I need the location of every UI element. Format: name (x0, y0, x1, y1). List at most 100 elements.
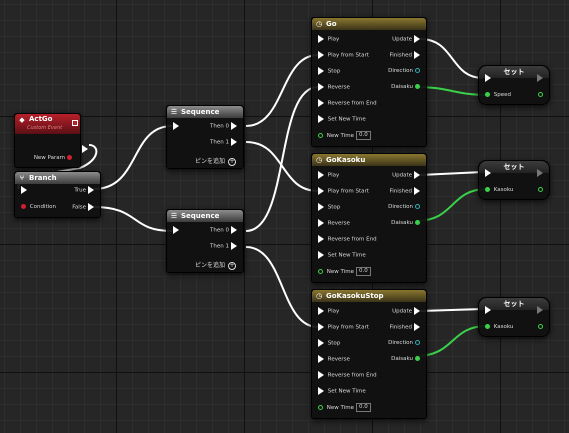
go-pin-update[interactable]: Update (392, 35, 422, 44)
node-set-kasoku-1[interactable]: セット Kasoku (478, 160, 550, 200)
gokasoku-pin-update[interactable]: Update (392, 171, 422, 180)
gokasoku-pin-play-from-start[interactable]: Play from Start (316, 187, 369, 196)
set1-exec-out[interactable] (535, 74, 545, 83)
pin-true[interactable]: True (74, 186, 96, 195)
seq2-then0[interactable]: Then 0 (210, 226, 239, 235)
gokasokustop-pin-set-new-time[interactable]: Set New Time (316, 387, 366, 396)
go-pin-set-new-time[interactable]: Set New Time (316, 115, 366, 124)
seq1-then0[interactable]: Then 0 (210, 122, 239, 131)
gokasoku-new-time-input[interactable]: 0.0 (355, 267, 371, 276)
pin-dot[interactable] (485, 324, 490, 329)
set2-pin-out[interactable] (536, 186, 545, 195)
pin-new-param[interactable]: New Param (34, 154, 74, 163)
node-branch-title: Branch (29, 174, 57, 182)
pin-dot[interactable] (415, 68, 420, 73)
go-pin-finished[interactable]: Finished (389, 51, 422, 60)
exec-out-arrow-icon (231, 226, 237, 234)
seq1-then1[interactable]: Then 1 (210, 138, 239, 147)
set3-pin-out[interactable] (536, 323, 545, 332)
set3-exec-out[interactable] (535, 306, 545, 315)
set1-exec-in[interactable] (483, 74, 493, 83)
gokasokustop-pin-reverse[interactable]: Reverse (316, 355, 350, 364)
node-set-speed[interactable]: セット Speed (478, 65, 550, 105)
gokasokustop-pin-reverse-from-end[interactable]: Reverse from End (316, 371, 377, 380)
go-pin-stop[interactable]: Stop (316, 67, 340, 76)
go-pin-reverse-from-end[interactable]: Reverse from End (316, 99, 377, 108)
gokasokustop-pin-update[interactable]: Update (392, 307, 422, 316)
pin-condition-dot[interactable] (21, 204, 26, 209)
gokasokustop-pin-play-from-start[interactable]: Play from Start (316, 323, 369, 332)
gokasoku-pin-new-time[interactable]: New Time 0.0 (316, 267, 371, 276)
node-set-kasoku-2[interactable]: セット Kasoku (478, 297, 550, 337)
node-timeline-gokasokustop[interactable]: ◷ GoKasokuStop Play Play from Start Stop… (311, 289, 427, 419)
pin-dot[interactable] (485, 92, 490, 97)
pin-dot[interactable] (538, 324, 543, 329)
gokasoku-pin-direction[interactable]: Direction (388, 203, 422, 212)
node-timeline-go[interactable]: ◷ Go Play Play from Start Stop Reverse R… (311, 17, 427, 147)
set3-exec-in[interactable] (483, 306, 493, 315)
set1-pin-out[interactable] (536, 91, 545, 100)
gokasoku-pin-play[interactable]: Play (316, 171, 339, 180)
set3-pin-kasoku[interactable]: Kasoku (483, 323, 513, 332)
pin-new-param-dot[interactable] (67, 155, 72, 160)
node-actgo-header: ◆ ActGo (15, 114, 80, 134)
go-pin-play[interactable]: Play (316, 35, 339, 44)
seq2-add-pin-button[interactable]: ピンを追加 + (195, 260, 237, 270)
gokasokustop-pin-reverse-label: Reverse (327, 356, 350, 363)
gokasoku-pin-daisaku[interactable]: Daisaku (391, 219, 422, 228)
go-pin-reverse[interactable]: Reverse (316, 83, 350, 92)
go-pin-direction[interactable]: Direction (388, 67, 422, 76)
set2-pin-kasoku[interactable]: Kasoku (483, 186, 513, 195)
pin-false[interactable]: False (72, 203, 96, 212)
gokasoku-pin-finished-label: Finished (389, 188, 412, 195)
pin-dot[interactable] (538, 187, 543, 192)
gokasokustop-pin-play[interactable]: Play (316, 307, 339, 316)
node-actgo-event[interactable]: ◆ ActGo Custom Event New Param (14, 113, 88, 168)
pin-dot[interactable] (415, 84, 420, 89)
gokasoku-pin-reverse-from-end[interactable]: Reverse from End (316, 235, 377, 244)
gokasokustop-new-time-input[interactable]: 0.0 (355, 403, 371, 412)
pin-dot[interactable] (415, 204, 420, 209)
go-pin-play-from-start[interactable]: Play from Start (316, 51, 369, 60)
pin-dot[interactable] (318, 405, 323, 410)
pin-dot[interactable] (415, 340, 420, 345)
go-pin-new-time[interactable]: New Time 0.0 (316, 131, 371, 140)
pin-dot[interactable] (485, 187, 490, 192)
gokasokustop-pin-update-label: Update (392, 308, 412, 315)
gokasokustop-pin-daisaku[interactable]: Daisaku (391, 355, 422, 364)
set2-exec-in[interactable] (483, 169, 493, 178)
pin-dot[interactable] (318, 269, 323, 274)
gokasokustop-pin-new-time[interactable]: New Time 0.0 (316, 403, 371, 412)
go-new-time-input[interactable]: 0.0 (355, 131, 371, 140)
node-sequence-2[interactable]: ☰ Sequence Then 0 Then 1 ピンを追加 + (166, 209, 244, 273)
gokasoku-pin-set-new-time[interactable]: Set New Time (316, 251, 366, 260)
node-branch[interactable]: ⑂ Branch Condition True False (14, 171, 101, 218)
node-timeline-gokasoku[interactable]: ◷ GoKasoku Play Play from Start Stop Rev… (311, 153, 427, 283)
delegate-pin[interactable] (72, 120, 78, 126)
gokasoku-pin-finished[interactable]: Finished (389, 187, 422, 196)
seq1-add-pin-button[interactable]: ピンを追加 + (195, 156, 237, 166)
actgo-exec-out[interactable] (80, 138, 90, 157)
pin-dot[interactable] (415, 356, 420, 361)
seq2-exec-in[interactable] (171, 226, 181, 235)
pin-condition[interactable]: Condition (19, 203, 56, 212)
set2-exec-out[interactable] (535, 169, 545, 178)
go-pin-daisaku[interactable]: Daisaku (391, 83, 422, 92)
go-pin-direction-label: Direction (388, 68, 413, 74)
blueprint-graph-canvas[interactable]: ◆ ActGo Custom Event New Param ⑂ Branch … (0, 0, 569, 433)
pin-dot[interactable] (318, 133, 323, 138)
gokasokustop-pin-stop[interactable]: Stop (316, 339, 340, 348)
branch-exec-in[interactable] (19, 186, 29, 195)
seq1-exec-in[interactable] (171, 122, 181, 131)
seq2-then1[interactable]: Then 1 (210, 242, 239, 251)
exec-in-arrow-icon (318, 187, 324, 195)
gokasokustop-pin-direction[interactable]: Direction (388, 339, 422, 348)
pin-dot[interactable] (538, 92, 543, 97)
pin-dot[interactable] (415, 220, 420, 225)
gokasokustop-pin-finished[interactable]: Finished (389, 323, 422, 332)
go-pin-reverse-from-end-label: Reverse from End (327, 100, 377, 107)
gokasoku-pin-stop[interactable]: Stop (316, 203, 340, 212)
set1-pin-speed[interactable]: Speed (483, 91, 511, 100)
gokasoku-pin-reverse[interactable]: Reverse (316, 219, 350, 228)
node-sequence-1[interactable]: ☰ Sequence Then 0 Then 1 ピンを追加 + (166, 105, 244, 169)
